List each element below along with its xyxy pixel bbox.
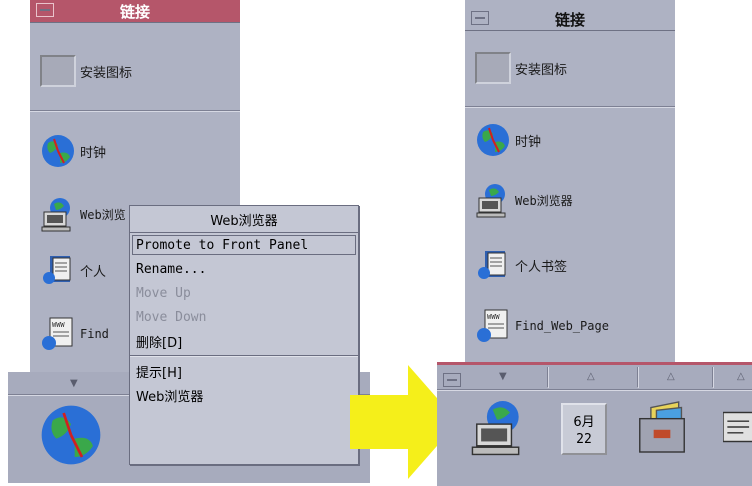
subpanel-item-web-browser[interactable]: Web浏览 xyxy=(40,196,126,232)
subpanel-item-label: 个人书签 xyxy=(515,259,568,275)
subpanel-item-bookmarks[interactable]: 个人书签 xyxy=(475,247,567,283)
menu-separator xyxy=(130,355,358,357)
subpanel-item-label: Find xyxy=(80,327,109,341)
calendar-day: 22 xyxy=(576,432,592,447)
subpanel-item-label: 个人 xyxy=(80,264,107,280)
right-front-panel: ▼ △ △ △ 6月 22 xyxy=(437,362,752,486)
subpanel-item-label: Web浏览 xyxy=(80,207,126,222)
globe-clock-icon xyxy=(477,124,509,156)
svg-text:WWW: WWW xyxy=(487,313,500,321)
subpanel-item-install-icon[interactable]: 安装图标 xyxy=(475,52,567,84)
globe-clock-icon[interactable] xyxy=(38,402,104,468)
menu-item-move-up[interactable]: Move Up xyxy=(130,281,358,305)
globe-clock-icon xyxy=(42,135,74,167)
subpanel-item-find-web-page[interactable]: WWW Find xyxy=(40,316,109,352)
install-icon-slot xyxy=(475,52,511,84)
menu-item-delete[interactable]: 删除[D] xyxy=(130,329,358,353)
bookmark-icon xyxy=(478,251,506,279)
install-icon-slot xyxy=(40,55,76,87)
subpanel-item-web-browser[interactable]: Web浏览器 xyxy=(475,182,573,218)
subpanel-item-label: 安装图标 xyxy=(80,65,133,81)
subpanel-item-install-icon[interactable]: 安装图标 xyxy=(40,55,132,87)
calendar-month: 6月 xyxy=(573,415,595,430)
chevron-down-icon[interactable]: ▼ xyxy=(499,371,507,382)
subpanel-item-label: 安装图标 xyxy=(515,62,568,78)
context-menu-title: Web浏览器 xyxy=(130,206,358,233)
subpanel-item-clock[interactable]: 时钟 xyxy=(475,122,541,158)
subpanel-item-label: 时钟 xyxy=(80,145,107,161)
context-menu: Web浏览器 Promote to Front Panel Rename... … xyxy=(129,205,359,465)
menu-item-move-down[interactable]: Move Down xyxy=(130,305,358,329)
window-menu-button[interactable] xyxy=(36,3,54,17)
subpanel-item-label: Web浏览器 xyxy=(515,193,573,208)
divider-vertical xyxy=(712,367,714,388)
divider xyxy=(465,106,675,108)
text-editor-icon[interactable] xyxy=(723,409,752,445)
file-manager-icon[interactable] xyxy=(637,399,687,455)
subpanel-item-label: 时钟 xyxy=(515,134,542,150)
calendar-widget[interactable]: 6月 22 xyxy=(561,403,607,455)
web-browser-icon xyxy=(41,198,71,232)
window-menu-button[interactable] xyxy=(471,11,489,25)
subpanel-titlebar[interactable]: 链接 xyxy=(30,0,240,23)
web-browser-icon xyxy=(476,184,506,218)
bookmark-icon xyxy=(43,256,71,284)
chevron-up-icon[interactable]: △ xyxy=(737,371,745,382)
menu-item-help[interactable]: 提示[H] xyxy=(130,359,358,383)
menu-item-browser[interactable]: Web浏览器 xyxy=(130,383,358,407)
find-web-page-icon: WWW xyxy=(477,309,508,342)
subpanel-titlebar[interactable]: 链接 xyxy=(465,8,675,31)
subpanel-item-label: Find_Web_Page xyxy=(515,319,609,333)
subpanel-item-find-web-page[interactable]: WWW Find_Web_Page xyxy=(475,308,609,344)
subpanel-title: 链接 xyxy=(554,10,585,29)
menu-item-promote[interactable]: Promote to Front Panel xyxy=(130,233,358,257)
chevron-down-icon[interactable]: ▼ xyxy=(70,378,78,389)
window-menu-button[interactable] xyxy=(443,373,461,387)
chevron-up-icon[interactable]: △ xyxy=(587,371,595,382)
menu-item-rename[interactable]: Rename... xyxy=(130,257,358,281)
divider xyxy=(437,389,752,391)
subpanel-item-clock[interactable]: 时钟 xyxy=(40,133,106,169)
subpanel-title: 链接 xyxy=(119,2,150,21)
subpanel-item-bookmarks[interactable]: 个人 xyxy=(40,252,106,288)
svg-text:WWW: WWW xyxy=(52,321,65,329)
find-web-page-icon: WWW xyxy=(42,317,73,350)
divider-vertical xyxy=(547,367,549,388)
chevron-up-icon[interactable]: △ xyxy=(667,371,675,382)
right-subpanel: 链接 安装图标 时钟 Web浏览器 个人书签 WWW Find_Web_Page xyxy=(465,0,675,364)
divider-vertical xyxy=(637,367,639,388)
divider xyxy=(30,110,240,112)
web-browser-icon[interactable] xyxy=(471,397,523,457)
